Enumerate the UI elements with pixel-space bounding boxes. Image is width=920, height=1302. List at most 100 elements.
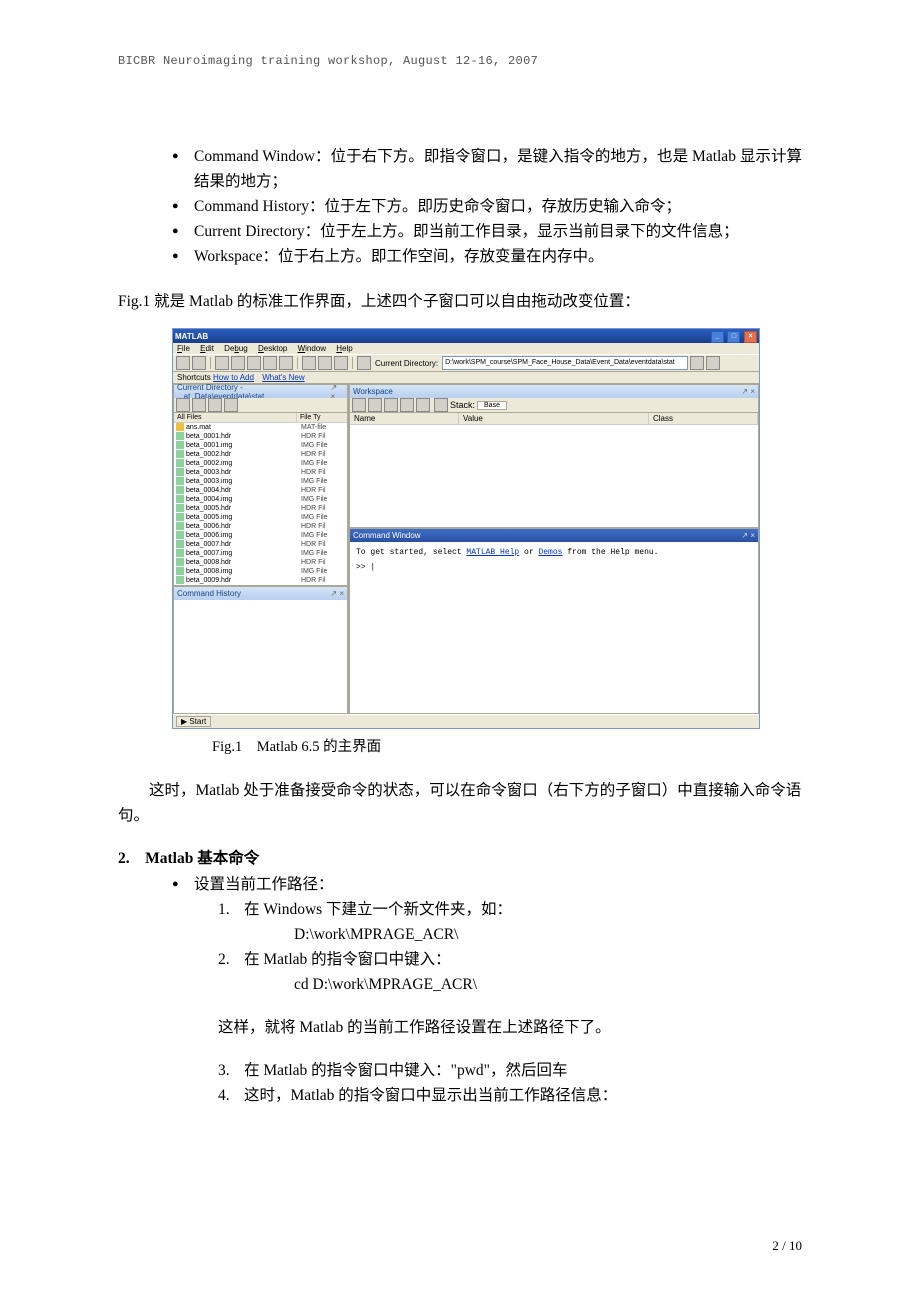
close-icon[interactable]: × <box>744 331 757 343</box>
refresh-icon[interactable] <box>224 398 238 412</box>
file-name: beta_0002.img <box>186 459 301 468</box>
curdir-dropdown-icon[interactable] <box>690 356 704 370</box>
curdir-input[interactable]: D:\work\SPM_course\SPM_Face_House_Data\E… <box>442 356 688 370</box>
undo-icon[interactable] <box>263 356 277 370</box>
stack-select[interactable]: Base <box>477 401 507 410</box>
file-row[interactable]: beta_0005.imgIMG File <box>174 513 347 522</box>
menu-help[interactable]: Help <box>336 344 352 353</box>
file-type: HDR Fil <box>301 504 345 513</box>
shortcuts-label: Shortcuts <box>177 373 211 382</box>
guide-icon[interactable] <box>318 356 332 370</box>
file-row[interactable]: beta_0008.hdrHDR Fil <box>174 558 347 567</box>
file-name: beta_0004.img <box>186 495 301 504</box>
paragraph: 这样，就将 Matlab 的当前工作路径设置在上述路径下了。 <box>218 1015 802 1040</box>
browse-icon[interactable] <box>706 356 720 370</box>
menu-window[interactable]: Window <box>298 344 326 353</box>
file-row[interactable]: beta_0007.imgIMG File <box>174 549 347 558</box>
file-icon <box>176 495 184 503</box>
file-row[interactable]: beta_0001.hdrHDR Fil <box>174 432 347 441</box>
file-icon <box>176 504 184 512</box>
minimize-icon[interactable]: _ <box>711 331 724 343</box>
file-row[interactable]: beta_0007.hdrHDR Fil <box>174 540 347 549</box>
simulink-icon[interactable] <box>302 356 316 370</box>
file-type: HDR Fil <box>301 432 345 441</box>
ws-new-icon[interactable] <box>352 398 366 412</box>
menu-edit[interactable]: Edit <box>200 344 214 353</box>
paste-icon[interactable] <box>247 356 261 370</box>
file-icon <box>176 477 184 485</box>
ws-col-name[interactable]: Name <box>350 413 459 424</box>
bullet-item: Command History：位于左下方。即历史命令窗口，存放历史输入命令； <box>172 194 802 219</box>
pane-close-icon[interactable]: ↗ × <box>741 387 755 396</box>
link-matlab-help[interactable]: MATLAB Help <box>466 548 519 557</box>
cut-icon[interactable] <box>215 356 229 370</box>
ws-save-icon[interactable] <box>384 398 398 412</box>
find-icon[interactable] <box>208 398 222 412</box>
menu-debug[interactable]: Debug <box>224 344 248 353</box>
file-icon <box>176 441 184 449</box>
main-toolbar: Current Directory: D:\work\SPM_course\SP… <box>173 354 759 372</box>
help-icon[interactable] <box>357 356 371 370</box>
col-filetype[interactable]: File Ty <box>297 413 347 422</box>
bullet-item: 设置当前工作路径： 1.在 Windows 下建立一个新文件夹，如： D:\wo… <box>172 872 802 1108</box>
ws-open-icon[interactable] <box>368 398 382 412</box>
pane-close-icon[interactable]: ↗ × <box>330 589 344 598</box>
file-row[interactable]: beta_0008.imgIMG File <box>174 567 347 576</box>
ws-plot-icon[interactable] <box>434 398 448 412</box>
copy-icon[interactable] <box>231 356 245 370</box>
file-row[interactable]: beta_0002.imgIMG File <box>174 459 347 468</box>
file-name: beta_0008.img <box>186 567 301 576</box>
code-line: D:\work\MPRAGE_ACR\ <box>294 922 802 947</box>
newfolder-icon[interactable] <box>192 398 206 412</box>
col-allfiles[interactable]: All Files <box>174 413 297 422</box>
ws-col-class[interactable]: Class <box>649 413 758 424</box>
file-row[interactable]: beta_0002.hdrHDR Fil <box>174 450 347 459</box>
file-row[interactable]: ans.matMAT-file <box>174 423 347 432</box>
paragraph: 这时，Matlab 处于准备接受命令的状态，可以在命令窗口（右下方的子窗口）中直… <box>118 778 802 828</box>
file-type: IMG File <box>301 477 345 486</box>
file-icon <box>176 468 184 476</box>
file-type: IMG File <box>301 513 345 522</box>
shortcut-whatsnew[interactable]: What's New <box>262 373 304 382</box>
ws-col-value[interactable]: Value <box>459 413 649 424</box>
file-name: beta_0001.hdr <box>186 432 301 441</box>
menu-desktop[interactable]: Desktop <box>258 344 287 353</box>
maximize-icon[interactable]: □ <box>727 331 740 343</box>
open-icon[interactable] <box>192 356 206 370</box>
menubar: File Edit Debug Desktop Window Help <box>173 343 759 354</box>
redo-icon[interactable] <box>279 356 293 370</box>
file-row[interactable]: beta_0006.imgIMG File <box>174 531 347 540</box>
shortcut-howtoadd[interactable]: How to Add <box>213 373 254 382</box>
file-row[interactable]: beta_0004.imgIMG File <box>174 495 347 504</box>
pane-close-icon[interactable]: ↗ × <box>741 531 755 540</box>
profiler-icon[interactable] <box>334 356 348 370</box>
file-row[interactable]: beta_0003.hdrHDR Fil <box>174 468 347 477</box>
file-row[interactable]: beta_0006.hdrHDR Fil <box>174 522 347 531</box>
file-type: HDR Fil <box>301 450 345 459</box>
file-icon <box>176 432 184 440</box>
link-demos[interactable]: Demos <box>538 548 562 557</box>
up-icon[interactable] <box>176 398 190 412</box>
file-type: MAT-file <box>301 423 345 432</box>
file-name: beta_0002.hdr <box>186 450 301 459</box>
file-row[interactable]: beta_0003.imgIMG File <box>174 477 347 486</box>
file-icon <box>176 459 184 467</box>
start-button[interactable]: ▶ Start <box>176 716 211 727</box>
ws-delete-icon[interactable] <box>416 398 430 412</box>
menu-file[interactable]: File <box>177 344 190 353</box>
new-icon[interactable] <box>176 356 190 370</box>
numbered-item: 3.在 Matlab 的指令窗口中键入："pwd"，然后回车 <box>218 1058 802 1083</box>
file-row[interactable]: beta_0001.imgIMG File <box>174 441 347 450</box>
file-type: HDR Fil <box>301 468 345 477</box>
file-row[interactable]: beta_0004.hdrHDR Fil <box>174 486 347 495</box>
numbered-item: 2.在 Matlab 的指令窗口中键入： cd D:\work\MPRAGE_A… <box>218 947 802 997</box>
file-type: IMG File <box>301 531 345 540</box>
file-row[interactable]: beta_0009.hdrHDR Fil <box>174 576 347 585</box>
ws-print-icon[interactable] <box>400 398 414 412</box>
file-row[interactable]: beta_0005.hdrHDR Fil <box>174 504 347 513</box>
file-type: HDR Fil <box>301 576 345 585</box>
figure-1: MATLAB _ □ × File Edit Debug Desktop Win… <box>172 328 802 756</box>
command-window[interactable]: To get started, select MATLAB Help or De… <box>350 542 758 713</box>
bullet-item: Current Directory：位于左上方。即当前工作目录，显示当前目录下的… <box>172 219 802 244</box>
file-name: beta_0007.hdr <box>186 540 301 549</box>
